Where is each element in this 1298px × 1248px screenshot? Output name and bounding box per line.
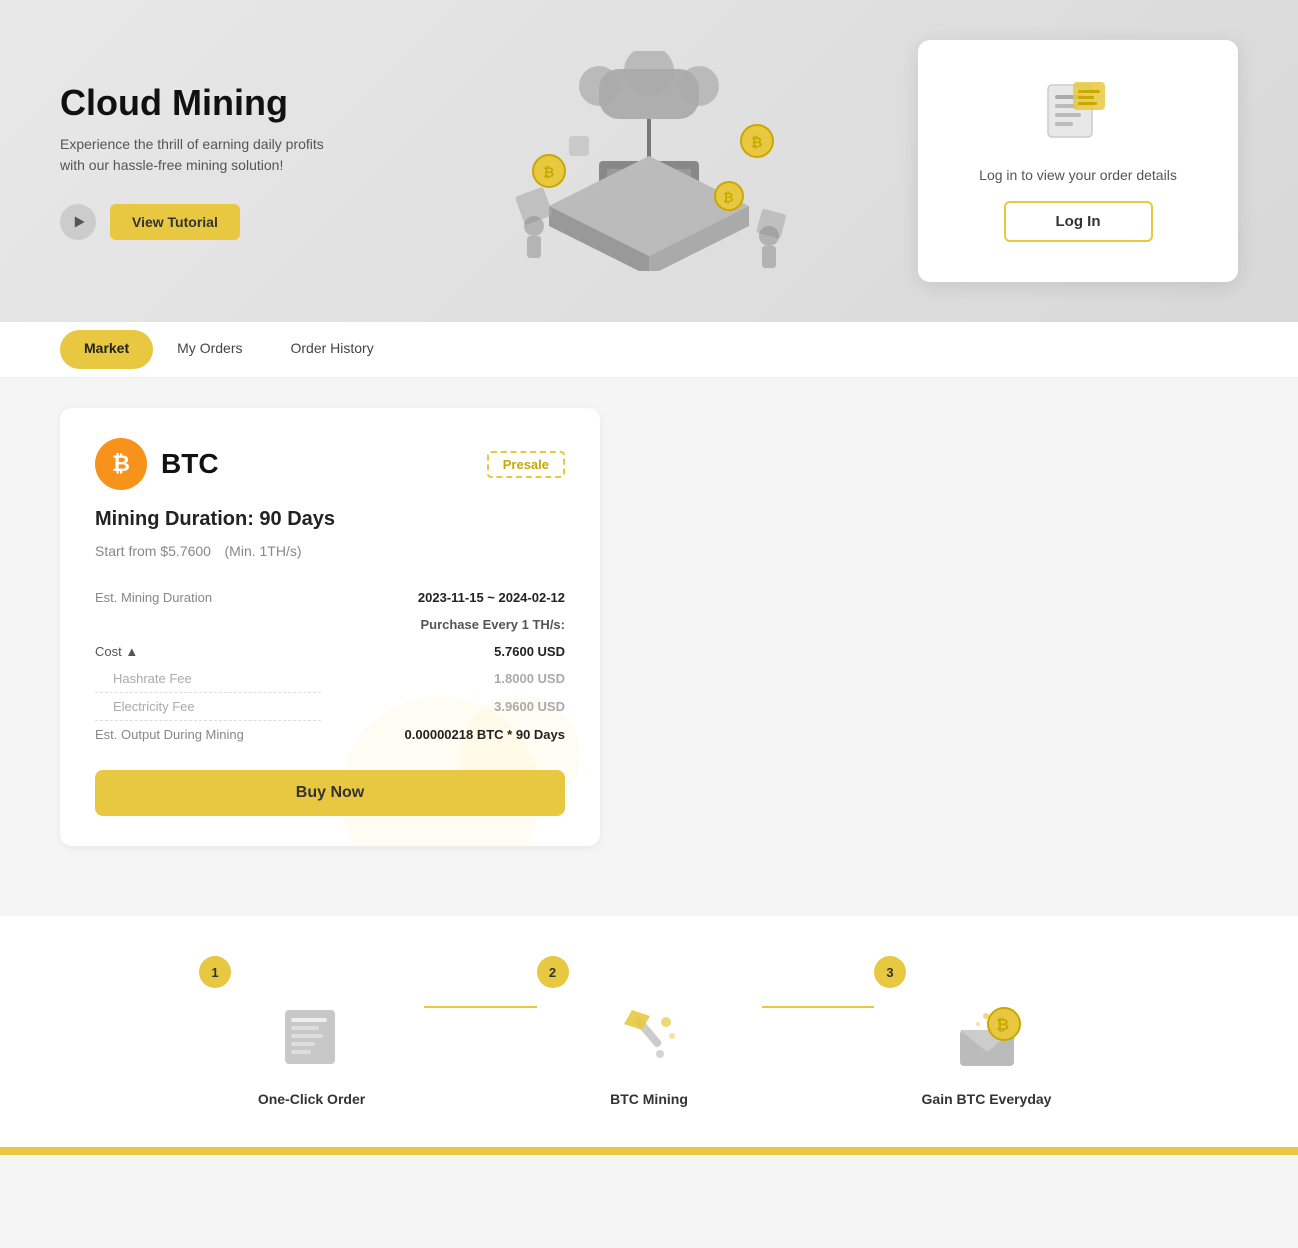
hero-illustration: ₿ ₿ ₿ <box>389 0 908 322</box>
nav-bar: Market My Orders Order History <box>0 322 1298 378</box>
svg-text:₿: ₿ <box>996 1016 1009 1034</box>
step-1-icon <box>277 1002 347 1081</box>
main-content: ₿ BTC Presale Mining Duration: 90 Days S… <box>0 378 1298 876</box>
steps-section: 1 One-Click Order 2 <box>0 916 1298 1147</box>
step-2-icon <box>614 1002 684 1081</box>
step-2-label: BTC Mining <box>610 1091 688 1107</box>
view-tutorial-button[interactable]: View Tutorial <box>110 204 240 240</box>
start-from-value: Start from $5.7600 <box>95 543 211 559</box>
est-duration-value: 2023-11-15 ~ 2024-02-12 <box>321 584 565 611</box>
one-click-order-icon <box>277 1002 347 1072</box>
tab-order-history[interactable]: Order History <box>266 322 397 377</box>
step-2-number: 2 <box>537 956 569 988</box>
est-output-label: Est. Output During Mining <box>95 721 321 749</box>
hashrate-fee-row: Hashrate Fee 1.8000 USD <box>95 665 565 693</box>
hero-title: Cloud Mining <box>60 82 340 124</box>
btc-icon: ₿ <box>95 438 147 490</box>
step-3: 3 ₿ Gain BTC Everyday <box>874 956 1099 1107</box>
min-label: (Min. 1TH/s) <box>225 543 302 559</box>
presale-badge: Presale <box>487 451 565 478</box>
connector-2-3 <box>762 1006 875 1008</box>
est-duration-row: Est. Mining Duration 2023-11-15 ~ 2024-0… <box>95 584 565 611</box>
est-duration-label: Est. Mining Duration <box>95 584 321 611</box>
cost-value: 5.7600 USD <box>321 638 565 665</box>
login-card-icon <box>1043 80 1113 149</box>
hero-left: Cloud Mining Experience the thrill of ea… <box>60 82 340 240</box>
play-icon <box>72 215 86 229</box>
step-1-number: 1 <box>199 956 231 988</box>
hashrate-fee-label: Hashrate Fee <box>95 665 321 693</box>
est-output-value: 0.00000218 BTC * 90 Days <box>321 721 565 749</box>
yellow-bar <box>0 1147 1298 1155</box>
hero-subtitle: Experience the thrill of earning daily p… <box>60 134 340 176</box>
order-icon-svg <box>1043 80 1113 140</box>
hashrate-fee-value: 1.8000 USD <box>321 665 565 693</box>
step-3-number: 3 <box>874 956 906 988</box>
hero-section: Cloud Mining Experience the thrill of ea… <box>0 0 1298 322</box>
step-1-label: One-Click Order <box>258 1091 365 1107</box>
mining-card: ₿ BTC Presale Mining Duration: 90 Days S… <box>60 408 600 846</box>
hero-actions: View Tutorial <box>60 204 340 240</box>
login-button[interactable]: Log In <box>1004 201 1153 242</box>
connector-1-2 <box>424 1006 537 1008</box>
card-header: ₿ BTC Presale <box>95 438 565 490</box>
purchase-label: Purchase Every 1 TH/s: <box>95 611 565 638</box>
svg-text:₿: ₿ <box>723 190 734 205</box>
login-card-text: Log in to view your order details <box>979 167 1177 183</box>
gain-btc-icon: ₿ <box>952 1002 1022 1072</box>
svg-text:₿: ₿ <box>543 164 554 180</box>
btc-mining-icon <box>614 1002 684 1072</box>
electricity-fee-value: 3.9600 USD <box>321 693 565 721</box>
electricity-fee-row: Electricity Fee 3.9600 USD <box>95 693 565 721</box>
cost-label: Cost ▲ <box>95 638 321 665</box>
step-1: 1 One-Click Order <box>199 956 424 1107</box>
purchase-row: Purchase Every 1 TH/s: <box>95 611 565 638</box>
tab-my-orders[interactable]: My Orders <box>153 322 266 377</box>
buy-now-button[interactable]: Buy Now <box>95 770 565 816</box>
tab-market[interactable]: Market <box>60 330 153 369</box>
info-table: Est. Mining Duration 2023-11-15 ~ 2024-0… <box>95 584 565 748</box>
mining-duration: Mining Duration: 90 Days <box>95 508 565 531</box>
est-output-row: Est. Output During Mining 0.00000218 BTC… <box>95 721 565 749</box>
mining-illustration-svg: ₿ ₿ ₿ <box>489 51 809 271</box>
login-card: Log in to view your order details Log In <box>918 40 1238 282</box>
btc-label: BTC <box>161 448 219 480</box>
svg-text:₿: ₿ <box>751 134 762 150</box>
step-3-label: Gain BTC Everyday <box>922 1091 1052 1107</box>
step-2: 2 BTC Mining <box>537 956 762 1107</box>
electricity-fee-label: Electricity Fee <box>95 693 321 721</box>
cost-row: Cost ▲ 5.7600 USD <box>95 638 565 665</box>
step-3-icon: ₿ <box>952 1002 1022 1081</box>
start-from: Start from $5.7600 (Min. 1TH/s) <box>95 539 565 562</box>
play-button[interactable] <box>60 204 96 240</box>
